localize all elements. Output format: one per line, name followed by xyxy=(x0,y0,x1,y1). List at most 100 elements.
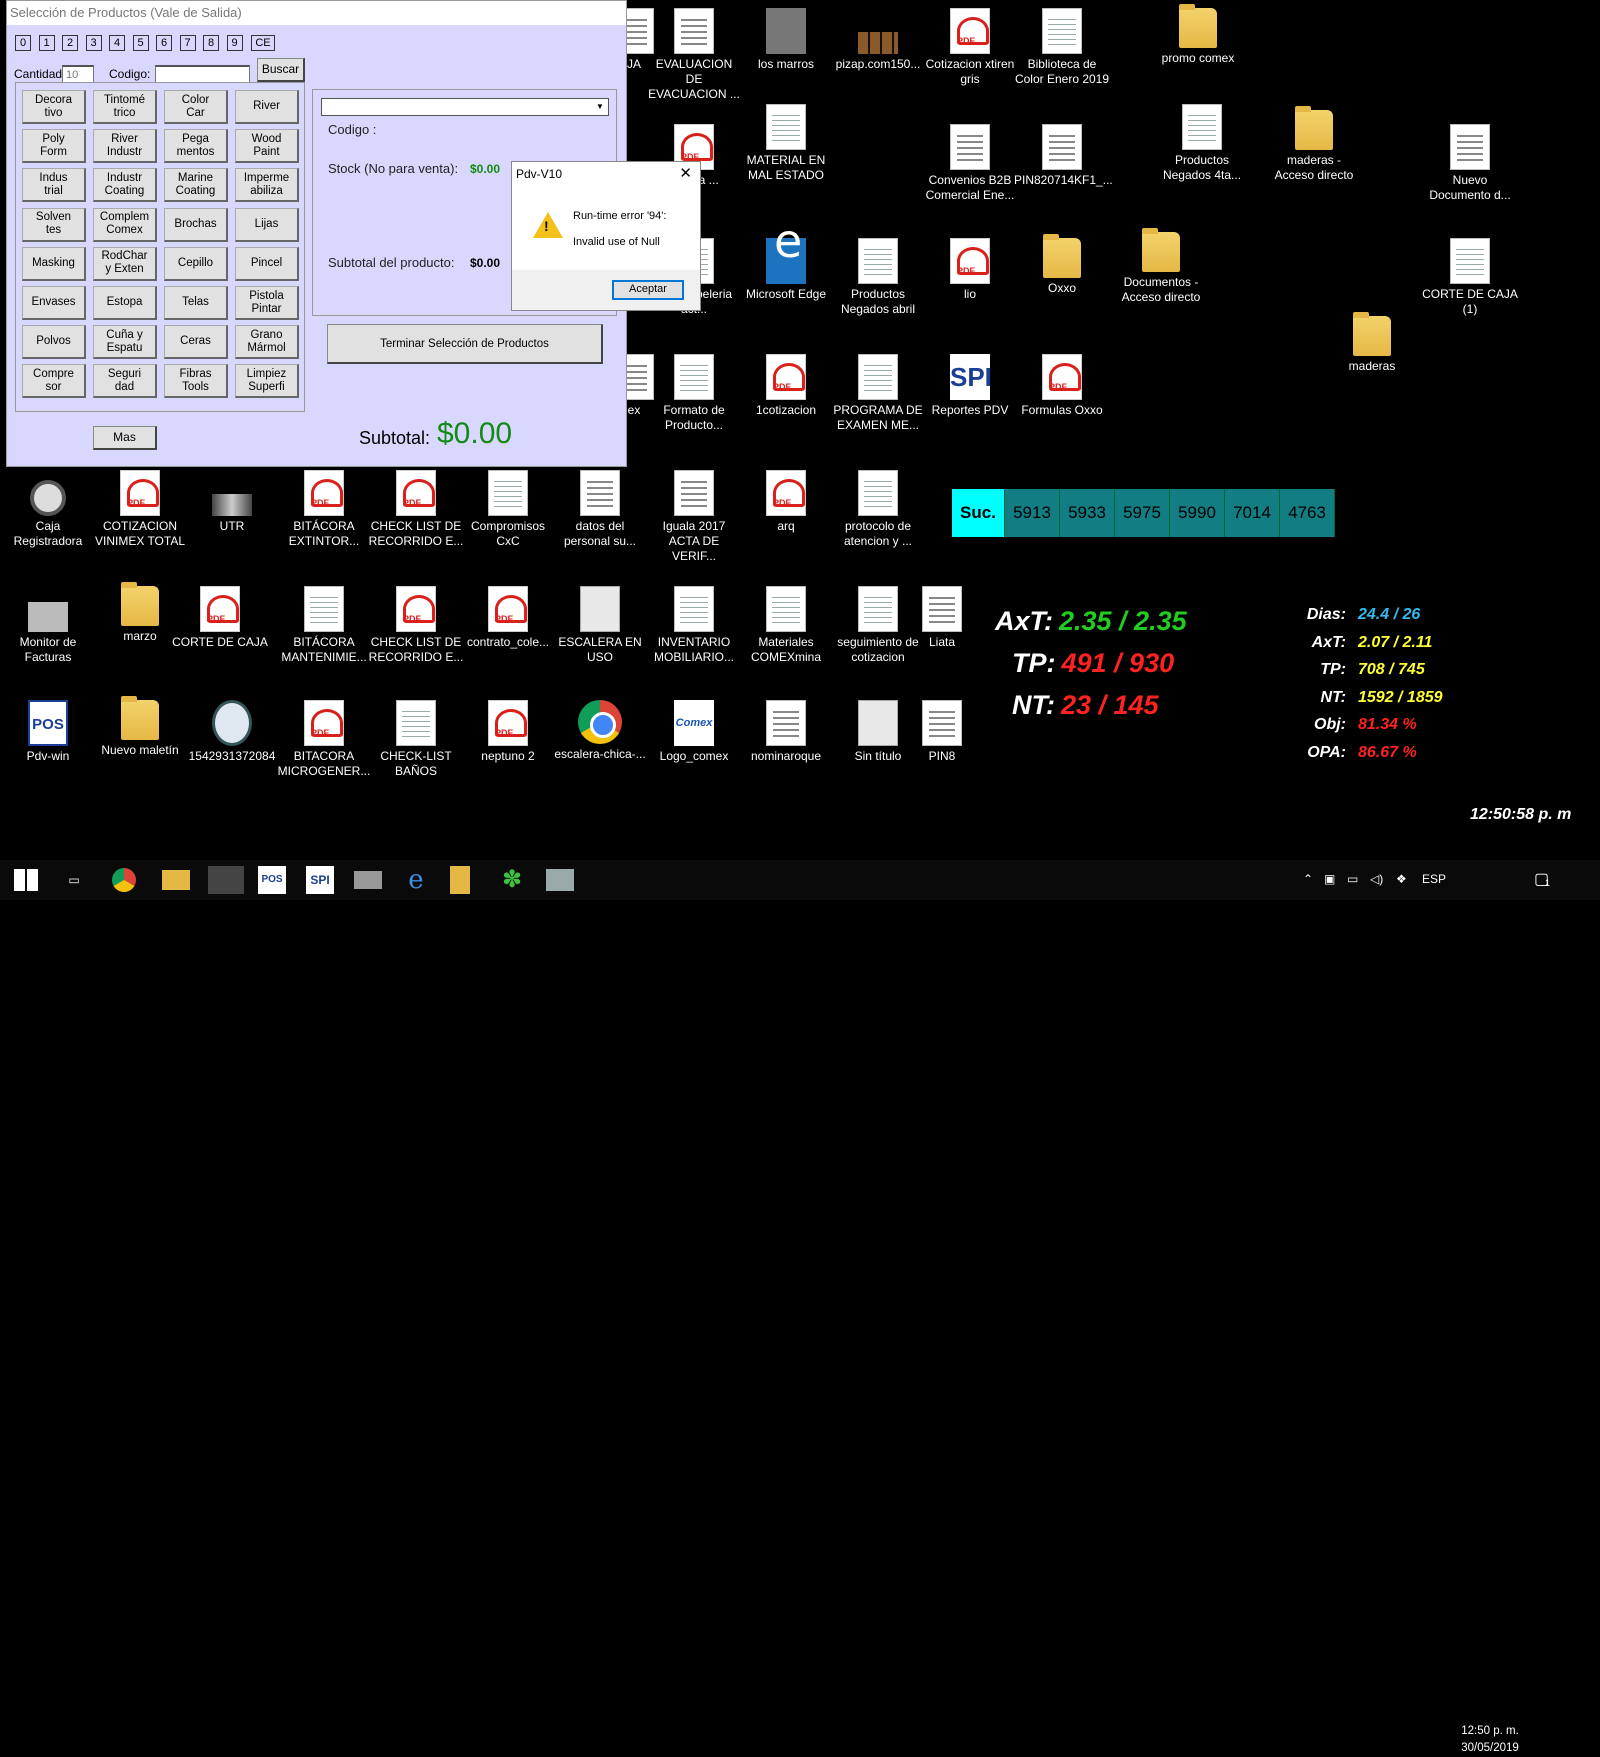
product-select[interactable]: ▼ xyxy=(321,98,609,116)
desktop-icon[interactable]: Liata xyxy=(894,586,990,650)
desktop-icon[interactable]: maderas xyxy=(1324,312,1420,374)
desktop-icon[interactable]: protocolo de atencion y ... xyxy=(830,470,926,549)
desktop-icon[interactable]: Nuevo Documento d... xyxy=(1422,124,1518,203)
desktop-icon[interactable]: POS Pdv-win xyxy=(0,700,96,764)
desktop-icon[interactable]: BITÁCORA MANTENIMIE... xyxy=(276,586,372,665)
category-button[interactable]: Masking xyxy=(22,246,86,281)
sucursal-cell[interactable]: 5975 xyxy=(1115,489,1170,537)
desktop-icon[interactable]: PIN820714KF1_... xyxy=(1014,124,1113,188)
desktop-icon[interactable]: 1542931372084 xyxy=(184,700,280,764)
category-button[interactable]: Pega mentos xyxy=(164,129,228,164)
desktop-icon[interactable]: promo comex xyxy=(1150,4,1246,66)
caja-registradora-icon[interactable] xyxy=(208,866,244,894)
printer-tray-icon[interactable]: ▣ xyxy=(1324,872,1335,886)
desktop-icon[interactable]: Convenios B2B Comercial Ene... xyxy=(922,124,1018,203)
desktop-icon[interactable]: CORTE DE CAJA (1) xyxy=(1422,238,1518,317)
desktop-icon[interactable]: los marros xyxy=(738,8,834,72)
category-button[interactable]: Poly Form xyxy=(22,129,86,164)
num-key-1[interactable]: 1 xyxy=(38,35,55,51)
category-button[interactable]: Lijas xyxy=(235,207,299,242)
category-button[interactable]: Color Car xyxy=(164,90,228,124)
chrome-icon[interactable] xyxy=(112,868,136,892)
aceptar-button[interactable]: Aceptar xyxy=(612,280,684,300)
desktop-icon[interactable]: PROGRAMA DE EXAMEN ME... xyxy=(830,354,926,433)
desktop-icon[interactable]: PDF CHECK LIST DE RECORRIDO E... xyxy=(368,586,464,665)
desktop-icon[interactable]: Productos Negados 4ta... xyxy=(1154,104,1250,183)
desktop-icon[interactable]: Documentos - Acceso directo xyxy=(1113,228,1209,305)
desktop-icon[interactable]: INVENTARIO MOBILIARIO... xyxy=(646,586,742,665)
desktop-icon[interactable]: PDF BITÁCORA EXTINTOR... xyxy=(276,470,372,549)
desktop-icon[interactable]: maderas - Acceso directo xyxy=(1266,106,1362,183)
desktop-icon[interactable]: datos del personal su... xyxy=(552,470,648,549)
desktop-icon[interactable]: PDF 1cotizacion xyxy=(738,354,834,418)
num-key-8[interactable]: 8 xyxy=(203,35,219,51)
category-button[interactable]: Marine Coating xyxy=(164,168,228,203)
desktop-icon[interactable]: CHECK-LIST BAÑOS xyxy=(368,700,464,779)
chevron-up-icon[interactable]: ⌃ xyxy=(1303,872,1313,886)
speaker-icon[interactable]: ◁) xyxy=(1370,872,1383,886)
category-button[interactable]: Seguri dad xyxy=(93,364,157,399)
desktop-icon[interactable]: PIN8 xyxy=(894,700,990,764)
clear-entry-button[interactable]: CE xyxy=(251,35,275,51)
desktop-icon[interactable]: nominaroque xyxy=(738,700,834,764)
desktop-icon[interactable]: PDF contrato_cole... xyxy=(460,586,556,650)
desktop-icon[interactable]: Caja Registradora xyxy=(0,470,96,549)
desktop-icon[interactable]: Biblioteca de Color Enero 2019 xyxy=(1014,8,1110,87)
desktop-icon[interactable]: Materiales COMEXmina xyxy=(738,586,834,665)
desktop-icon[interactable]: PDF COTIZACION VINIMEX TOTAL xyxy=(92,470,188,549)
buscar-button[interactable]: Buscar xyxy=(257,58,305,82)
category-button[interactable]: River Industr xyxy=(93,129,157,164)
sucursal-cell[interactable]: 5990 xyxy=(1170,489,1225,537)
terminal-icon[interactable] xyxy=(546,869,574,891)
cantidad-input[interactable]: 10 xyxy=(62,65,94,83)
num-key-5[interactable]: 5 xyxy=(132,35,149,51)
desktop-icon[interactable]: PDF CORTE DE CAJA xyxy=(172,586,268,650)
desktop-icon[interactable]: PDF CHECK LIST DE RECORRIDO E... xyxy=(368,470,464,549)
category-button[interactable]: Cuña y Espatu xyxy=(93,325,157,360)
category-button[interactable]: Decora tivo xyxy=(22,90,86,124)
desktop-icon[interactable]: UTR xyxy=(184,470,280,534)
printer-icon[interactable] xyxy=(354,871,382,889)
num-key-7[interactable]: 7 xyxy=(179,35,196,51)
category-button[interactable]: Fibras Tools xyxy=(164,364,228,399)
sucursal-cell[interactable]: 4763 xyxy=(1280,489,1335,537)
category-button[interactable]: Estopa xyxy=(93,286,157,320)
category-button[interactable]: Polvos xyxy=(22,325,86,360)
dropbox-icon[interactable]: ❖ xyxy=(1396,872,1407,886)
windows-start-icon[interactable] xyxy=(12,866,40,894)
desktop-icon[interactable]: Productos Negados abril xyxy=(830,238,926,317)
desktop-icon[interactable]: escalera-chica-... xyxy=(552,700,648,762)
desktop-icon[interactable]: EVALUACION DE EVACUACION ... xyxy=(646,8,742,102)
category-button[interactable]: Complem Comex xyxy=(93,207,157,242)
desktop-icon[interactable]: Compromisos CxC xyxy=(460,470,556,549)
category-button[interactable]: Compre sor xyxy=(22,364,86,399)
category-button[interactable]: Telas xyxy=(164,286,228,320)
category-button[interactable]: River xyxy=(235,90,299,124)
category-button[interactable]: Imperme abiliza xyxy=(235,168,299,203)
desktop-icon[interactable]: ESCALERA EN USO xyxy=(552,586,648,665)
category-button[interactable]: Brochas xyxy=(164,207,228,242)
close-icon[interactable]: ✕ xyxy=(679,164,692,182)
num-key-4[interactable]: 4 xyxy=(109,35,125,51)
desktop-icon[interactable]: Monitor de Facturas xyxy=(0,586,96,665)
spi-icon[interactable]: SPI xyxy=(306,866,334,894)
terminar-seleccion-button[interactable]: Terminar Selección de Productos xyxy=(327,324,603,364)
category-button[interactable]: Tintomé trico xyxy=(93,90,157,124)
mas-button[interactable]: Mas xyxy=(93,426,157,450)
category-button[interactable]: Wood Paint xyxy=(235,129,299,164)
category-button[interactable]: Indus trial xyxy=(22,168,86,203)
category-button[interactable]: Ceras xyxy=(164,325,228,360)
category-button[interactable]: RodChar y Exten xyxy=(93,246,157,281)
category-button[interactable]: Industr Coating xyxy=(93,168,157,203)
desktop-icon[interactable]: pizap.com150... xyxy=(830,8,926,72)
tray-clock[interactable]: 12:50 p. m. 30/05/2019 xyxy=(1452,1720,1528,1757)
desktop-icon[interactable]: Microsoft Edge xyxy=(738,234,834,302)
desktop-icon[interactable]: PDF BITACORA MICROGENER... xyxy=(276,700,372,779)
folder-icon[interactable] xyxy=(450,866,470,894)
category-button[interactable]: Limpiez Superfi xyxy=(235,364,299,399)
sucursal-cell[interactable]: 7014 xyxy=(1225,489,1280,537)
num-key-6[interactable]: 6 xyxy=(156,35,172,51)
sucursal-cell[interactable]: 5913 xyxy=(1005,489,1060,537)
category-button[interactable]: Envases xyxy=(22,286,86,320)
desktop-icon[interactable]: PDF neptuno 2 xyxy=(460,700,556,764)
